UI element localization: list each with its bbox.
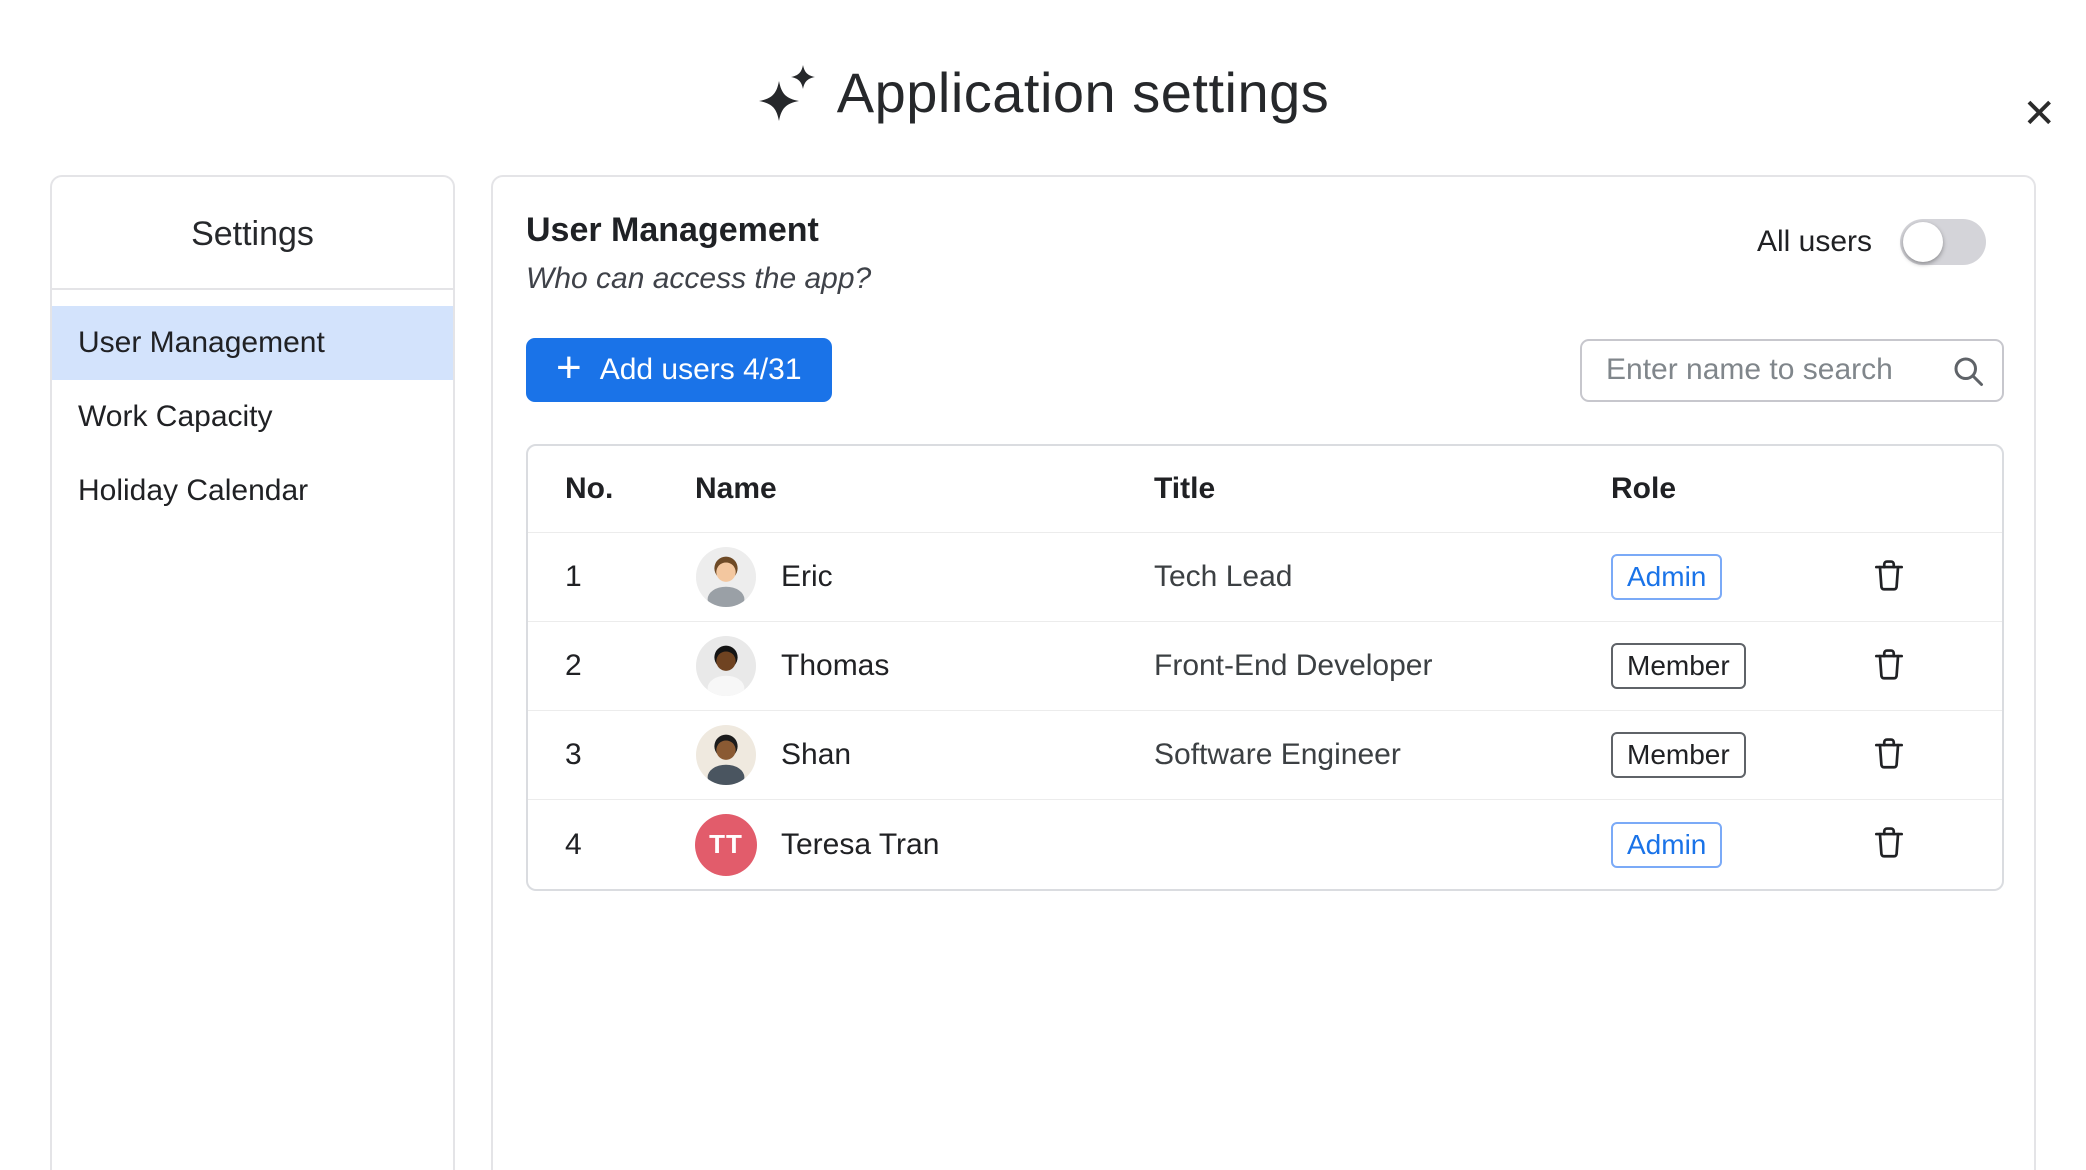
settings-sidebar: Settings User Management Work Capacity H… — [50, 175, 455, 1170]
delete-user-button[interactable] — [1870, 556, 1908, 594]
add-users-button[interactable]: + Add users 4/31 — [526, 338, 832, 402]
trash-icon — [1870, 645, 1908, 683]
search-icon — [1950, 353, 1986, 389]
toggle-knob — [1903, 222, 1943, 262]
col-header-name: Name — [695, 472, 1154, 506]
close-button[interactable]: ✕ — [2022, 94, 2056, 134]
name-cell: Eric — [695, 546, 1154, 608]
sidebar-item-holiday-calendar[interactable]: Holiday Calendar — [52, 454, 453, 528]
users-table: No. Name Title Role 1 Eri — [526, 444, 2004, 891]
actions-cell — [1866, 645, 2002, 688]
panel-heading-group: User Management Who can access the app? — [526, 211, 871, 296]
sidebar-title: Settings — [52, 177, 453, 290]
search-input[interactable] — [1580, 339, 2004, 402]
avatar — [695, 635, 757, 697]
delete-user-button[interactable] — [1870, 645, 1908, 683]
delete-user-button[interactable] — [1870, 734, 1908, 772]
col-header-role: Role — [1611, 472, 1866, 506]
user-name: Shan — [781, 738, 851, 772]
trash-icon — [1870, 556, 1908, 594]
table-row: 3 Shan Software Engineer Member — [528, 711, 2002, 800]
content-area: Settings User Management Work Capacity H… — [0, 175, 2086, 1170]
row-number: 1 — [565, 560, 695, 594]
role-cell: Member — [1611, 643, 1866, 689]
actions-cell — [1866, 734, 2002, 777]
page-title: Application settings — [837, 60, 1330, 125]
name-cell: Shan — [695, 724, 1154, 786]
col-header-title: Title — [1154, 472, 1611, 506]
trash-icon — [1870, 823, 1908, 861]
col-header-no: No. — [565, 472, 695, 506]
user-title: Front-End Developer — [1154, 649, 1611, 683]
role-badge-member[interactable]: Member — [1611, 732, 1746, 778]
all-users-label: All users — [1757, 225, 1872, 259]
actions-cell — [1866, 823, 2002, 866]
trash-icon — [1870, 734, 1908, 772]
toolbar: + Add users 4/31 — [526, 338, 2004, 402]
user-name: Teresa Tran — [781, 828, 939, 862]
sidebar-items: User Management Work Capacity Holiday Ca… — [52, 306, 453, 528]
all-users-toggle[interactable] — [1900, 219, 1986, 265]
search-box — [1580, 339, 2004, 402]
avatar-initials-text: TT — [709, 829, 743, 860]
page-header: Application settings — [0, 60, 2086, 125]
table-row: 2 Thomas Front-End Developer Member — [528, 622, 2002, 711]
user-name: Eric — [781, 560, 833, 594]
table-header-row: No. Name Title Role — [528, 446, 2002, 533]
user-management-panel: User Management Who can access the app? … — [491, 175, 2036, 1170]
panel-header: User Management Who can access the app? … — [526, 211, 2004, 296]
row-number: 2 — [565, 649, 695, 683]
table-row: 1 Eric Tech Lead Admin — [528, 533, 2002, 622]
panel-title: User Management — [526, 211, 871, 250]
actions-cell — [1866, 556, 2002, 599]
role-cell: Member — [1611, 732, 1866, 778]
add-users-label: Add users 4/31 — [600, 353, 802, 387]
role-cell: Admin — [1611, 554, 1866, 600]
sparkles-icon — [757, 63, 817, 123]
avatar — [695, 546, 757, 608]
role-badge-admin[interactable]: Admin — [1611, 554, 1722, 600]
role-badge-admin[interactable]: Admin — [1611, 822, 1722, 868]
sidebar-item-work-capacity[interactable]: Work Capacity — [52, 380, 453, 454]
sidebar-item-user-management[interactable]: User Management — [52, 306, 453, 380]
panel-subtitle: Who can access the app? — [526, 262, 871, 296]
row-number: 4 — [565, 828, 695, 862]
role-badge-member[interactable]: Member — [1611, 643, 1746, 689]
delete-user-button[interactable] — [1870, 823, 1908, 861]
user-title: Tech Lead — [1154, 560, 1611, 594]
all-users-control: All users — [1757, 219, 2004, 265]
application-settings-modal: ✕ Application settings Settings User Man… — [0, 60, 2086, 1170]
role-cell: Admin — [1611, 822, 1866, 868]
row-number: 3 — [565, 738, 695, 772]
avatar-initials: TT — [695, 814, 757, 876]
user-name: Thomas — [781, 649, 889, 683]
avatar — [695, 724, 757, 786]
user-title: Software Engineer — [1154, 738, 1611, 772]
name-cell: TT Teresa Tran — [695, 814, 1154, 876]
name-cell: Thomas — [695, 635, 1154, 697]
table-row: 4 TT Teresa Tran Admin — [528, 800, 2002, 889]
